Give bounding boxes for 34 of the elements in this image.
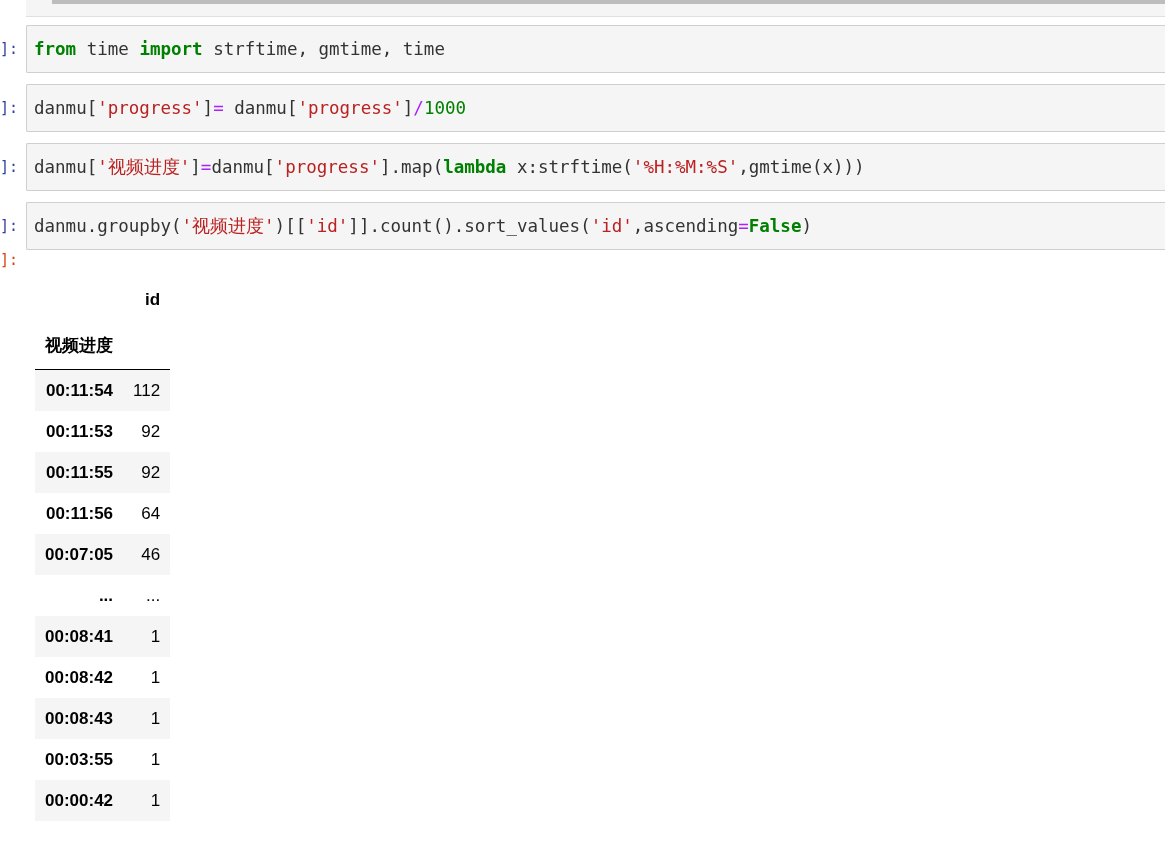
row-index: 00:07:05 — [35, 534, 124, 575]
scrollbar[interactable] — [52, 0, 1165, 4]
row-index: 00:00:42 — [35, 780, 124, 821]
row-index: 00:08:41 — [35, 616, 124, 657]
table-cell: 1 — [123, 657, 171, 698]
row-index: ... — [35, 575, 124, 616]
output-prompt: ]: — [0, 251, 19, 269]
index-name: 视频进度 — [35, 321, 124, 370]
table-cell: 1 — [123, 780, 171, 821]
table-cell: 112 — [123, 369, 171, 411]
cell-prompt: ]: — [0, 217, 20, 235]
row-index: 00:11:55 — [35, 452, 124, 493]
cell-prompt: ]: — [0, 158, 20, 176]
code-cell[interactable]: danmu['视频进度']=danmu['progress'].map(lambda x:strftime('%H:%M:%S',gmtime(x))) — [26, 143, 1165, 191]
table-cell: ... — [123, 575, 171, 616]
cell-prompt: ]: — [0, 99, 20, 117]
table-cell: 1 — [123, 616, 171, 657]
row-index: 00:11:56 — [35, 493, 124, 534]
row-index: 00:08:43 — [35, 698, 124, 739]
table-cell: 1 — [123, 698, 171, 739]
table-cell: 92 — [123, 411, 171, 452]
table-cell: 1 — [123, 739, 171, 780]
column-header: id — [144, 289, 162, 311]
table-cell: 46 — [123, 534, 171, 575]
code-cell[interactable]: danmu.groupby('视频进度')[['id']].count().sort_values('id',ascending=False) — [26, 202, 1165, 250]
cell-prompt: ]: — [0, 40, 20, 58]
row-index: 00:03:55 — [35, 739, 124, 780]
row-index: 00:11:54 — [35, 369, 124, 411]
code-cell[interactable]: danmu['progress']= danmu['progress']/1000 — [26, 84, 1165, 132]
row-index: 00:08:42 — [35, 657, 124, 698]
code-cell[interactable]: from time import strftime, gmtime, time — [26, 25, 1165, 73]
table-cell: 92 — [123, 452, 171, 493]
row-index: 00:11:53 — [35, 411, 124, 452]
table-cell: 64 — [123, 493, 171, 534]
